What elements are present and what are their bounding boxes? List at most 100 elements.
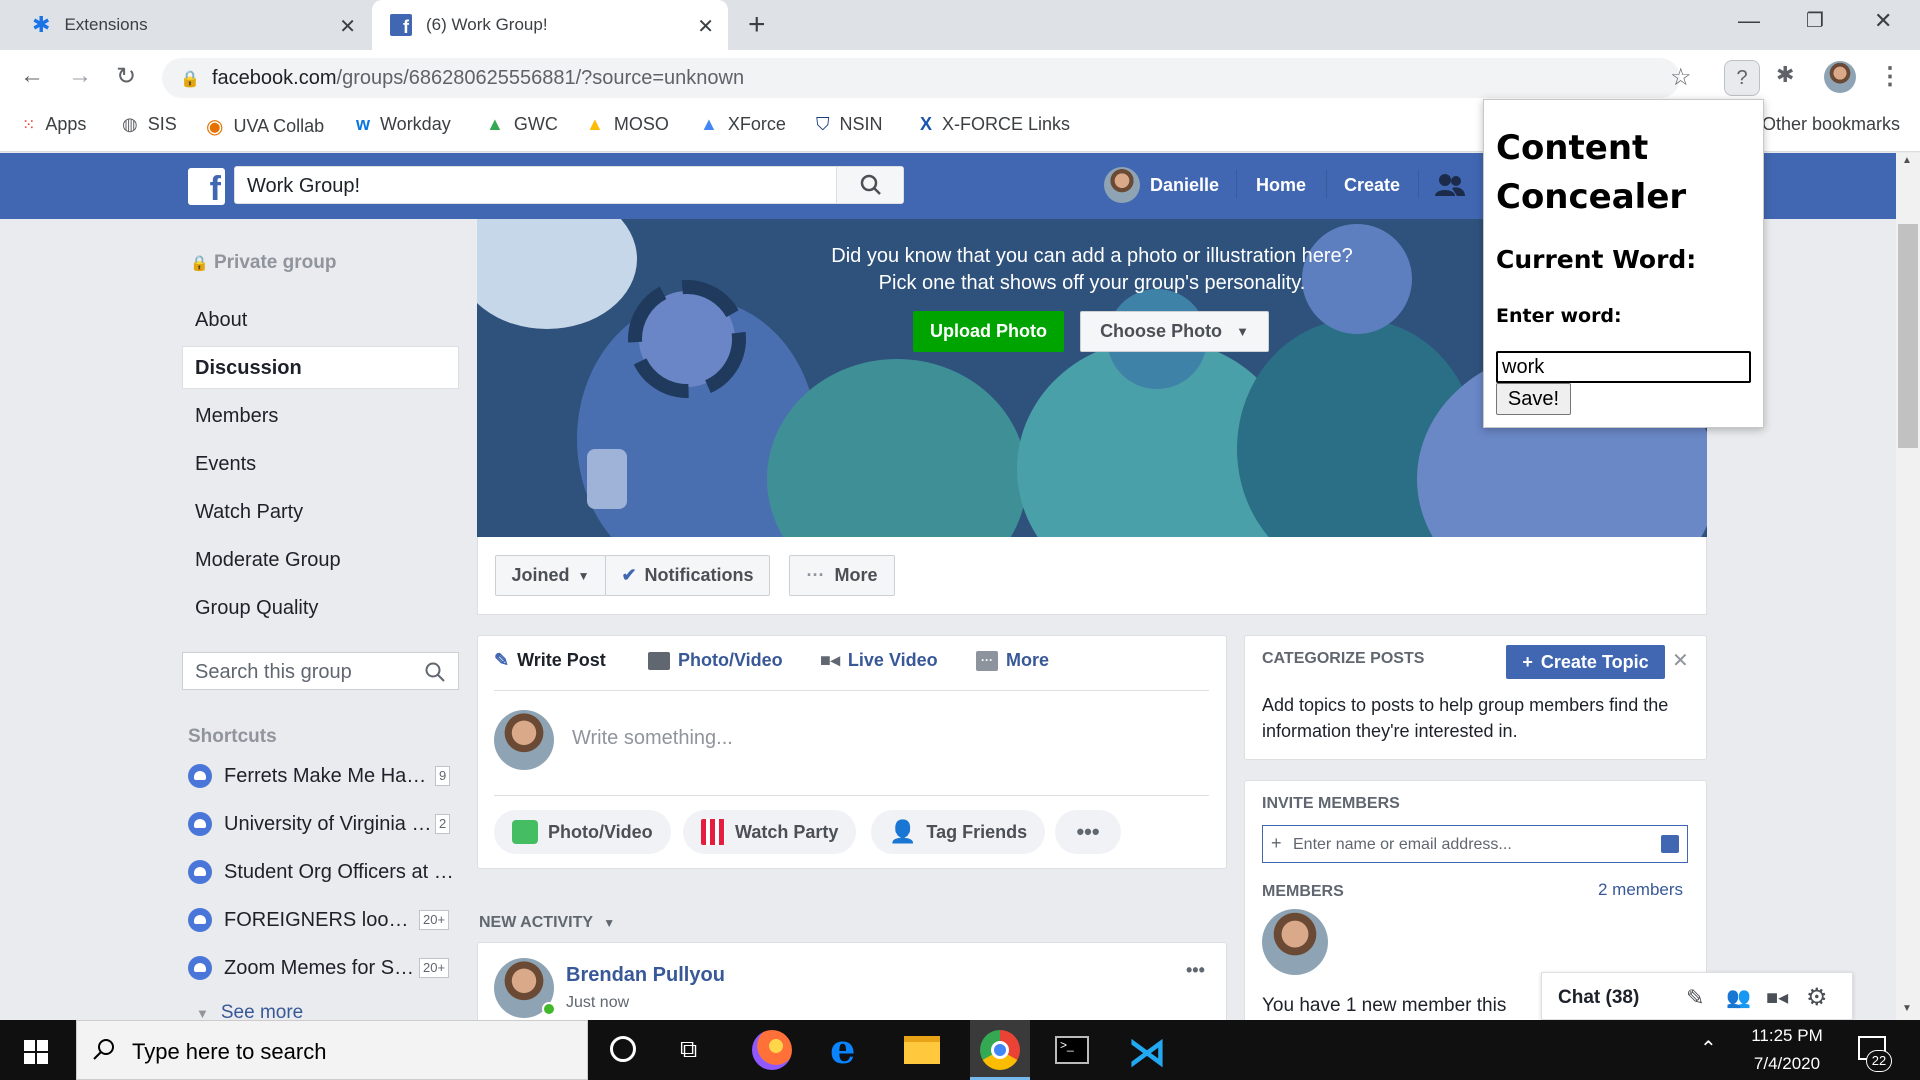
facebook-search-input[interactable]: Work Group! — [234, 166, 904, 204]
sidebar-item-members[interactable]: Members — [195, 405, 278, 428]
group-chat-icon[interactable]: 👥 — [1726, 985, 1751, 1010]
new-activity-heading[interactable]: NEW ACTIVITY ▼ — [479, 914, 615, 932]
chrome-icon[interactable] — [980, 1030, 1020, 1070]
bookmark-sis[interactable]: ◍ SIS — [122, 114, 177, 135]
restore-icon[interactable]: ❐ — [1806, 8, 1824, 33]
upload-photo-button[interactable]: Upload Photo — [913, 311, 1064, 352]
chevron-up-icon[interactable]: ⌃ — [1700, 1036, 1717, 1061]
joined-button[interactable]: Joined ▼ — [495, 555, 606, 596]
gear-icon[interactable]: ⚙ — [1806, 983, 1828, 1012]
sidebar-item-watch-party[interactable]: Watch Party — [195, 501, 303, 524]
bookmark-xforce[interactable]: ▲ XForce — [700, 114, 786, 135]
post-options-icon[interactable]: ••• — [1186, 960, 1205, 981]
star-icon[interactable]: ☆ — [1670, 63, 1692, 92]
profile-link[interactable]: Danielle — [1150, 175, 1219, 196]
close-tab-icon[interactable]: ✕ — [697, 14, 714, 39]
dismiss-icon[interactable]: ✕ — [1672, 648, 1689, 673]
notifications-button[interactable]: ✔ Notifications — [605, 555, 770, 596]
create-link[interactable]: Create — [1344, 175, 1400, 196]
search-button[interactable] — [836, 167, 903, 203]
other-bookmarks[interactable]: Other bookmarks — [1762, 114, 1900, 135]
facebook-logo-icon[interactable]: f — [188, 168, 225, 205]
bookmark-gwc[interactable]: ▲ GWC — [486, 114, 558, 135]
help-extension-icon[interactable]: ? — [1724, 60, 1760, 96]
task-view-icon[interactable]: ⧉ — [680, 1036, 697, 1064]
windows-start-icon[interactable] — [24, 1040, 48, 1064]
choose-photo-button[interactable]: Choose Photo ▼ — [1080, 311, 1269, 352]
terminal-icon[interactable]: >_ — [1055, 1036, 1089, 1064]
taskbar-search-input[interactable]: Type here to search — [76, 1020, 588, 1080]
members-count-link[interactable]: 2 members — [1598, 880, 1683, 900]
bookmark-uva-collab[interactable]: ◉ UVA Collab — [206, 114, 324, 139]
private-group-text: Private group — [213, 252, 337, 273]
close-tab-icon[interactable]: ✕ — [339, 14, 356, 39]
bookmark-apps[interactable]: ⁙ Apps — [22, 114, 86, 135]
sidebar-item-discussion[interactable]: Discussion — [195, 357, 302, 380]
user-avatar[interactable] — [1104, 167, 1140, 203]
create-topic-button[interactable]: + Create Topic — [1506, 645, 1665, 679]
chat-label[interactable]: Chat (38) — [1558, 987, 1639, 1009]
more-button[interactable]: ··· More — [789, 555, 895, 596]
minimize-icon[interactable]: — — [1738, 8, 1760, 34]
sidebar-item-about[interactable]: About — [195, 309, 247, 332]
bookmark-xforce-links[interactable]: X X-FORCE Links — [920, 114, 1070, 135]
action-label: Tag Friends — [926, 821, 1028, 842]
checkmark-icon: ✔ — [621, 565, 637, 585]
edge-icon[interactable]: e — [830, 1026, 855, 1073]
bookmark-nsin[interactable]: ⛉ NSIN — [816, 114, 883, 135]
tab-extensions[interactable]: ✱ Extensions ✕ — [10, 0, 370, 50]
sidebar-item-events[interactable]: Events — [195, 453, 256, 476]
shortcut-item[interactable]: Ferrets Make Me Ha… — [188, 764, 426, 788]
shortcut-item[interactable]: University of Virginia … — [188, 812, 431, 836]
reload-icon[interactable]: ↻ — [116, 62, 136, 91]
tab-write-post[interactable]: ✎ Write Post — [494, 650, 606, 671]
shortcut-badge: 2 — [435, 814, 451, 834]
scroll-down-icon[interactable]: ▼ — [1902, 1003, 1912, 1014]
post-time[interactable]: Just now — [566, 994, 629, 1012]
save-button[interactable]: Save! — [1496, 383, 1571, 415]
vscode-icon[interactable]: ⋊ — [1128, 1030, 1166, 1075]
invite-input[interactable]: + Enter name or email address... — [1262, 825, 1688, 863]
tab-title: (6) Work Group! — [426, 15, 548, 34]
video-call-icon[interactable]: ■◂ — [1766, 985, 1788, 1010]
tag-friends-action[interactable]: 👤 Tag Friends — [871, 810, 1046, 854]
bookmark-moso[interactable]: ▲ MOSO — [586, 114, 669, 135]
new-tab-icon[interactable]: + — [748, 8, 766, 42]
profile-avatar[interactable] — [1824, 61, 1856, 93]
cortana-icon[interactable] — [610, 1036, 636, 1062]
tab-work-group[interactable]: f (6) Work Group! ✕ — [372, 0, 728, 50]
shortcut-item[interactable]: Student Org Officers at … — [188, 860, 454, 884]
word-input[interactable]: work — [1496, 351, 1751, 383]
window-close-icon[interactable]: ✕ — [1874, 8, 1892, 34]
post-author-name[interactable]: Brendan Pullyou — [566, 964, 725, 987]
photo-video-action[interactable]: Photo/Video — [494, 810, 671, 854]
extensions-puzzle-icon[interactable]: ✱ — [1776, 62, 1794, 88]
scrollbar-thumb[interactable] — [1898, 224, 1918, 448]
compose-icon[interactable]: ✎ — [1686, 985, 1704, 1011]
forward-icon[interactable]: → — [68, 62, 92, 90]
more-actions-button[interactable]: ••• — [1055, 810, 1121, 854]
home-link[interactable]: Home — [1256, 175, 1306, 196]
sidebar-item-moderate-group[interactable]: Moderate Group — [195, 549, 341, 572]
file-explorer-icon[interactable] — [904, 1036, 940, 1064]
tab-live-video[interactable]: ■◂ Live Video — [820, 650, 938, 671]
shortcut-item[interactable]: FOREIGNERS loo… — [188, 908, 408, 932]
back-icon[interactable]: ← — [20, 62, 44, 90]
firefox-icon[interactable] — [752, 1030, 792, 1070]
scroll-up-icon[interactable]: ▲ — [1902, 155, 1912, 166]
friend-requests-icon[interactable] — [1434, 172, 1466, 198]
menu-dots-icon[interactable]: ⋮ — [1878, 62, 1902, 91]
bookmark-label: MOSO — [613, 114, 669, 134]
tab-label: Live Video — [847, 650, 938, 670]
write-something-input[interactable]: Write something... — [572, 727, 733, 750]
watch-party-action[interactable]: Watch Party — [683, 810, 857, 854]
bookmark-workday[interactable]: w Workday — [356, 114, 451, 135]
member-avatar[interactable] — [1262, 909, 1328, 975]
sidebar-item-group-quality[interactable]: Group Quality — [195, 597, 318, 620]
url-text[interactable]: facebook.com/groups/686280625556881/?sou… — [212, 67, 744, 90]
tab-more[interactable]: ··· More — [976, 650, 1049, 671]
group-search-input[interactable]: Search this group — [182, 652, 459, 690]
clock[interactable]: 11:25 PM 7/4/2020 — [1750, 1026, 1824, 1074]
shortcut-item[interactable]: Zoom Memes for S… — [188, 956, 414, 980]
tab-photo-video[interactable]: Photo/Video — [648, 650, 783, 671]
